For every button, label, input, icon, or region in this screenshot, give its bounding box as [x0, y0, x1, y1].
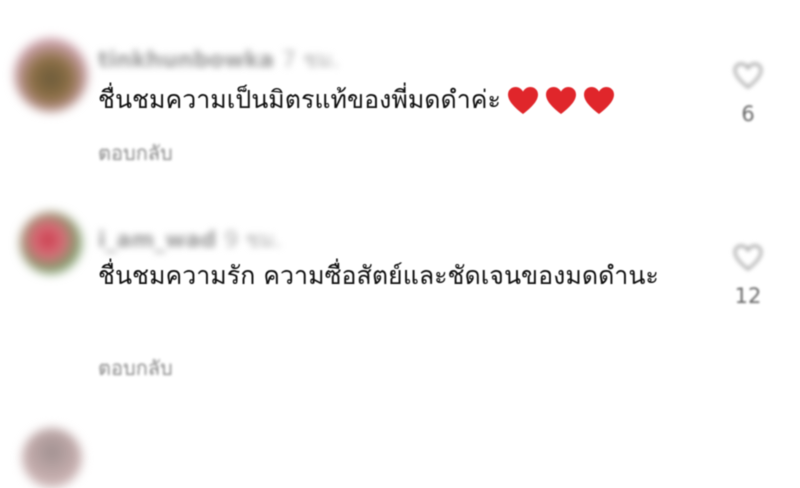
avatar[interactable]	[22, 428, 82, 488]
timestamp: 9 ชม.	[224, 228, 282, 253]
username[interactable]: i_am_wad	[98, 228, 216, 253]
timestamp: 7 ชม.	[282, 48, 340, 73]
heart-emojis	[507, 86, 615, 116]
reply-button[interactable]: ตอบกลับ	[98, 352, 173, 384]
avatar[interactable]	[20, 212, 82, 274]
heart-outline-icon[interactable]	[733, 244, 763, 272]
comment-text: ชื่นชมความเป็นมิตรแท้ของพี่มดดำค่ะ	[98, 82, 708, 118]
heart-emoji-icon	[545, 87, 576, 114]
heart-emoji-icon	[507, 87, 538, 114]
username[interactable]: tinkhunbowka	[98, 48, 274, 73]
comment-meta: tinkhunbowka 7 ชม.	[98, 42, 339, 77]
like-count: 6	[741, 102, 755, 126]
comment-item	[0, 400, 800, 488]
heart-outline-icon[interactable]	[733, 62, 763, 90]
comment-meta: i_am_wad 9 ชม.	[98, 222, 282, 257]
comment-item: tinkhunbowka 7 ชม. ชื่นชมความเป็นมิตรแท้ข…	[0, 0, 800, 190]
comment-meta	[98, 430, 106, 455]
like-button[interactable]: 6	[728, 62, 768, 126]
reply-button[interactable]: ตอบกลับ	[98, 137, 173, 169]
comment-text: ชื่นชมความรัก ความซื่อสัตย์และชัดเจนของม…	[98, 261, 659, 290]
like-button[interactable]: 12	[728, 244, 768, 308]
comment-item: i_am_wad 9 ชม. ชื่นชมความรัก ความซื่อสัตย…	[0, 190, 800, 400]
comment-text-body: ชื่นชมความเป็นมิตรแท้ของพี่มดดำค่ะ	[98, 85, 501, 114]
avatar[interactable]	[14, 38, 88, 112]
like-count: 12	[734, 284, 762, 308]
heart-emoji-icon	[583, 87, 614, 114]
